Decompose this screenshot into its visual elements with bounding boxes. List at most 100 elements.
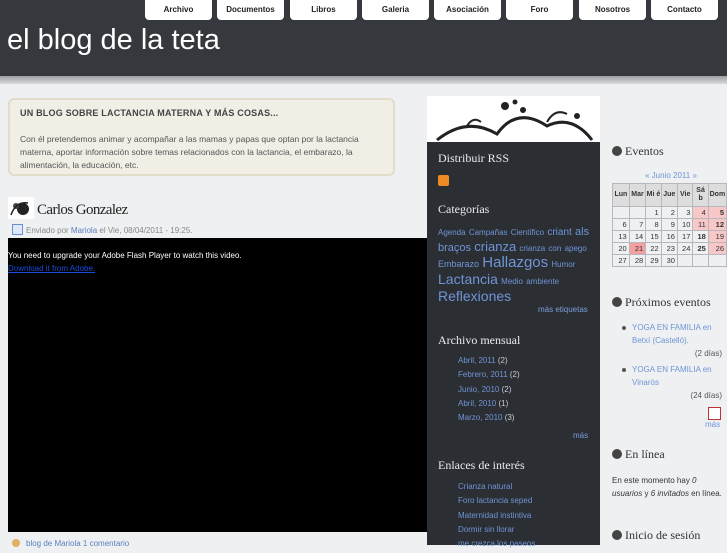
calendar-day[interactable]: 18 [692,230,709,243]
event-name-link[interactable]: YOGA EN FAMILIA en Betxí (Castelló). [622,321,722,347]
post-avatar-icon [8,197,34,219]
calendar-weekday: Lun [612,183,630,207]
calendar-day[interactable]: 25 [692,242,709,255]
rss-feed-icon[interactable] [438,175,449,186]
link-item[interactable]: Crianza natural [458,482,535,496]
nav-libros[interactable]: Libros [290,0,357,20]
calendar-day[interactable]: 27 [612,254,630,267]
flash-video-player[interactable]: You need to upgrade your Adobe Flash Pla… [8,238,450,532]
calendar-day [676,254,694,267]
calendar-day[interactable]: 28 [628,254,647,267]
calendar-caption[interactable]: « Junio 2011 » [645,171,697,180]
tag-medio[interactable]: Medio [501,277,523,286]
calendar-day[interactable]: 12 [707,218,727,231]
calendar-day[interactable]: 20 [612,242,630,255]
online-heading-label: En línea [625,447,665,461]
more-events-link[interactable]: más [705,420,720,429]
link-item[interactable]: me crezca los paseos [458,539,535,553]
calendar-day[interactable]: 3 [676,206,694,219]
tag-apego[interactable]: apego [565,244,587,253]
calendar-day[interactable]: 24 [676,242,694,255]
link-item[interactable]: Foro lactancia seped [458,496,535,510]
events-heading-label: Eventos [625,144,664,158]
archive-item-label[interactable]: Abril, 2010 [458,399,496,408]
calendar-day[interactable]: 10 [676,218,694,231]
archive-more-link[interactable]: más [573,431,588,440]
tag-crianza[interactable]: crianza [474,239,516,254]
calendar-day[interactable]: 6 [612,218,630,231]
calendar-day[interactable]: 15 [645,230,662,243]
calendar-day[interactable]: 30 [660,254,678,267]
links-heading: Enlaces de interés [438,458,525,472]
calendar-day[interactable]: 19 [707,230,727,243]
tag-campanas[interactable]: Campañas [469,228,508,237]
post-author-link[interactable]: Mariola [71,226,97,235]
floral-ornament-icon [427,96,600,142]
tag-hallazgos[interactable]: Hallazgos [482,254,548,271]
bullet-icon [612,297,622,307]
intro-title: UN BLOG SOBRE LACTANCIA MATERNA Y MÁS CO… [20,108,279,118]
post-meta-date: el Vie, 08/04/2011 - 19:25. [97,226,193,235]
tag-reflexiones[interactable]: Reflexiones [438,288,511,304]
archive-item-label[interactable]: Junio, 2010 [458,385,499,394]
tag-criant[interactable]: criant [547,227,571,238]
login-heading: Inicio de sesión [612,528,700,543]
event-name-link[interactable]: YOGA EN FAMILIA en Vinaròs [622,363,722,389]
archive-item-label[interactable]: Abril, 2011 [458,356,496,365]
calendar-day[interactable]: 14 [628,230,647,243]
nav-contacto[interactable]: Contacto [651,0,718,20]
online-text: en línea. [688,489,722,498]
nav-galeria[interactable]: Galeria [362,0,429,20]
calendar-week: 20 21 22 23 24 25 26 [612,242,727,255]
link-item[interactable]: Maternidad instintiva [458,511,535,525]
nav-nosotros[interactable]: Nosotros [579,0,646,20]
calendar-day[interactable]: 13 [612,230,630,243]
site-title[interactable]: el blog de la teta [7,24,220,57]
calendar-day[interactable]: 16 [660,230,678,243]
archive-item-label[interactable]: Marzo, 2010 [458,413,502,422]
archive-item[interactable]: Abril, 2010 (1) [458,399,520,413]
calendar-day[interactable]: 29 [645,254,662,267]
calendar-day [612,206,630,219]
tag-lactancia[interactable]: Lactancia [438,271,498,287]
flash-download-link[interactable]: Download it from Adobe. [8,264,95,273]
calendar-day[interactable]: 8 [645,218,662,231]
categories-heading: Categorías [438,202,490,216]
post-footer-links[interactable]: blog de Mariola 1 comentario [26,539,129,548]
archive-item[interactable]: Abril, 2011 (2) [458,356,520,370]
calendar-day[interactable]: 9 [660,218,678,231]
nav-asociacion[interactable]: Asociación [434,0,501,20]
calendar-day[interactable]: 11 [692,218,709,231]
calendar-day[interactable]: 7 [628,218,647,231]
archive-item-count: (2) [499,384,512,394]
calendar-day [707,254,727,267]
nav-documentos[interactable]: Documentos [217,0,284,20]
calendar-day[interactable]: 1 [645,206,662,219]
nav-archivo[interactable]: Archivo [145,0,212,20]
archive-item[interactable]: Junio, 2010 (2) [458,385,520,399]
link-item[interactable]: Dormir sin llorar [458,525,535,539]
calendar-day[interactable]: 22 [645,242,662,255]
calendar-day[interactable]: 26 [707,242,727,255]
calendar-day[interactable]: 2 [660,206,678,219]
post-title[interactable]: Carlos Gonzalez [37,202,128,219]
calendar-day-today[interactable]: 21 [628,242,647,255]
tag-humor[interactable]: Humor [551,260,575,269]
calendar-day[interactable]: 17 [676,230,694,243]
more-tags-link[interactable]: más etiquetas [538,305,588,314]
tag-crianza-con[interactable]: crianza con [519,244,561,253]
tag-cientifico[interactable]: Científico [511,228,544,237]
nav-foro[interactable]: Foro [506,0,573,20]
archive-item-label[interactable]: Febrero, 2011 [458,370,508,379]
calendar-day[interactable]: 5 [707,206,727,219]
tag-agenda[interactable]: Agenda [438,228,466,237]
tag-cloud: Agenda Campañas Científico criant als br… [438,225,590,306]
calendar-day[interactable]: 23 [660,242,678,255]
tag-embarazo[interactable]: Embarazo [438,259,479,269]
archive-item[interactable]: Febrero, 2011 (2) [458,370,520,384]
tag-ambiente[interactable]: ambiente [526,277,559,286]
archive-item[interactable]: Marzo, 2010 (3) [458,413,520,427]
calendar-day[interactable]: 4 [692,206,709,219]
site-header: Archivo Documentos Libros Galeria Asocia… [0,0,727,76]
calendar-icon[interactable] [708,407,721,420]
